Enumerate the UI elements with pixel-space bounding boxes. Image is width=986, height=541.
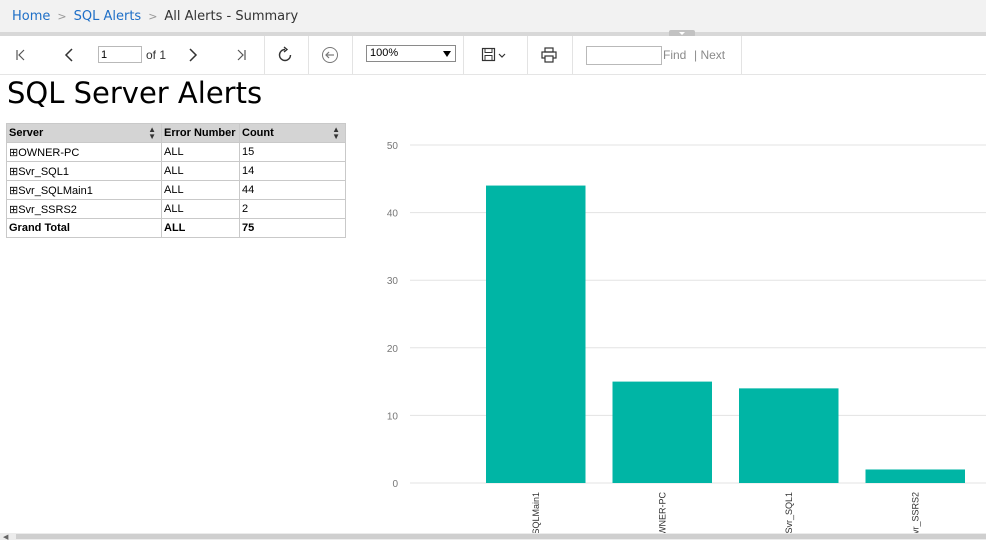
breadcrumb: Home > SQL Alerts > All Alerts - Summary [0,0,986,32]
server-cell[interactable]: ⊞Svr_SQL1 [6,161,162,181]
alerts-bar-chart: 0 10 20 30 40 50 Svr_SQLMain1 OWNER-PC Svr_SQL1 S… [387,141,986,533]
y-tick-label: 40 [387,209,399,220]
save-icon[interactable] [478,43,514,67]
previous-page-icon[interactable] [57,43,81,67]
report-title: SQL Server Alerts [7,76,263,110]
first-page-icon[interactable] [9,43,33,67]
next-page-icon[interactable] [181,43,205,67]
bar[interactable] [486,185,586,483]
count-cell: 2 [239,199,346,219]
grand-total-row: Grand Total ALL 75 [6,218,346,238]
toolbar-divider [308,36,309,74]
server-cell[interactable]: ⊞Svr_SSRS2 [6,199,162,219]
x-tick-label: Svr_SQL1 [784,492,794,533]
count-cell: 15 [239,142,346,162]
column-header-count[interactable]: Count ▲ ▼ [239,123,346,143]
find-input[interactable] [586,46,662,65]
toolbar-divider [741,36,742,74]
error-cell: ALL [161,142,240,162]
x-tick-label: Svr_SQLMain1 [531,492,541,533]
y-tick-label: 30 [387,276,399,287]
server-cell[interactable]: ⊞Svr_SQLMain1 [6,180,162,200]
sort-icon[interactable]: ▲ ▼ [148,126,156,141]
report-toolbar: of 1 100% Find | Next [0,36,986,75]
last-page-icon[interactable] [229,43,253,67]
column-header-server[interactable]: Server ▲ ▼ [6,123,162,143]
bar[interactable] [612,381,713,483]
find-link[interactable]: Find [663,48,686,62]
table-row: ⊞Svr_SQLMain1 ALL 44 [6,180,346,200]
breadcrumb-folder-link[interactable]: SQL Alerts [74,9,142,24]
total-label-cell: Grand Total [6,218,162,238]
y-tick-label: 20 [387,344,399,355]
alerts-table: Server ▲ ▼ Error Number Count ▲ ▼ ⊞OWNER-PC … [6,123,346,238]
zoom-value: 100% [370,47,399,59]
back-icon[interactable] [318,43,342,67]
y-tick-label: 0 [392,479,398,490]
refresh-icon[interactable] [273,43,297,67]
toolbar-divider [264,36,265,74]
error-cell: ALL [161,180,240,200]
column-header-error-number: Error Number [161,123,240,143]
zoom-select[interactable]: 100% [366,45,456,62]
y-tick-label: 10 [387,411,399,422]
page-count-label: of 1 [146,48,167,62]
sort-icon[interactable]: ▲ ▼ [332,126,340,141]
breadcrumb-separator-icon: > [57,9,67,23]
toolbar-divider [572,36,573,74]
server-cell[interactable]: ⊞OWNER-PC [6,142,162,162]
breadcrumb-separator-icon: > [148,9,158,23]
print-icon[interactable] [537,43,561,67]
breadcrumb-home-link[interactable]: Home [12,9,50,24]
toolbar-divider [352,36,353,74]
bar[interactable] [739,388,839,483]
toolbar-divider [463,36,464,74]
page-number-input[interactable] [98,46,142,63]
toolbar-divider [527,36,528,74]
x-tick-label: OWNER-PC [657,492,667,533]
next-link[interactable]: | Next [694,48,725,62]
count-cell: 14 [239,161,346,181]
error-cell: ALL [161,161,240,181]
count-cell: 44 [239,180,346,200]
table-row: ⊞Svr_SSRS2 ALL 2 [6,199,346,219]
breadcrumb-current: All Alerts - Summary [164,8,299,24]
scrollbar-thumb[interactable] [16,534,986,539]
table-row: ⊞Svr_SQL1 ALL 14 [6,161,346,181]
horizontal-scrollbar[interactable]: ◀ [0,533,986,541]
table-row: ⊞OWNER-PC ALL 15 [6,142,346,162]
error-cell: ALL [161,199,240,219]
total-error-cell: ALL [161,218,240,238]
dropdown-arrow-icon [443,51,451,57]
x-tick-label: Svr_SSRS2 [910,492,920,533]
total-count-cell: 75 [239,218,346,238]
table-header-row: Server ▲ ▼ Error Number Count ▲ ▼ [6,123,346,143]
y-tick-label: 50 [387,141,399,152]
bar[interactable] [865,469,966,483]
